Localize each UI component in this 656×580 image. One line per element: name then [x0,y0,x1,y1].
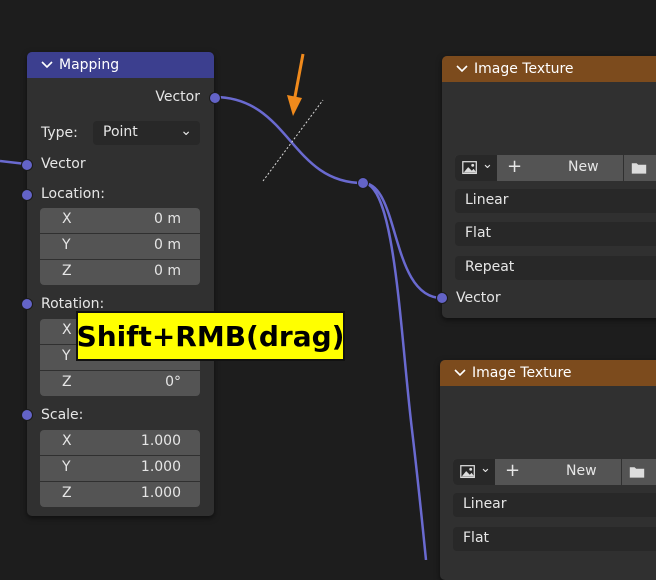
image-selector-bar[interactable]: ⌄ + New [453,459,656,485]
image-texture-node-2[interactable]: Image Texture ⌄ + New Linear Flat [440,360,656,580]
image-texture-1-header[interactable]: Image Texture [442,56,656,82]
chevron-down-icon[interactable] [39,57,55,73]
image-texture-node-1[interactable]: Image Texture ⌄ + New Linear Flat Repeat… [442,56,656,318]
projection-dropdown[interactable]: Flat [453,527,656,551]
annotation-arrow-head [287,95,302,116]
type-dropdown[interactable]: Point ⌄ [93,121,200,145]
type-label: Type: [41,125,78,141]
annotation-arrow [292,53,305,103]
rotation-z-field[interactable]: Z 0° [40,371,200,396]
image-texture-1-title: Image Texture [474,61,574,77]
folder-icon [631,163,647,174]
texture-1-vector-socket[interactable] [436,292,448,304]
chevron-down-icon: ⌄ [180,123,192,139]
plus-icon[interactable]: + [507,156,522,177]
shortcut-text: Shift+RMB(drag) [76,319,345,353]
mapping-node[interactable]: Mapping Vector Type: Point ⌄ Vector Loca… [27,52,214,516]
extension-dropdown[interactable]: Repeat [455,256,656,280]
image-browse-button[interactable]: ⌄ [455,155,497,181]
location-label: Location: [41,186,105,202]
interpolation-dropdown[interactable]: Linear [455,189,656,213]
location-z-field[interactable]: Z0 m [40,260,200,285]
chevron-down-icon: ⌄ [482,157,493,172]
texture-1-vector-label: Vector [456,290,501,306]
projection-dropdown[interactable]: Flat [455,222,656,246]
image-selector-bar[interactable]: ⌄ + New [455,155,656,181]
output-vector-label: Vector [155,89,200,105]
chevron-down-icon[interactable] [454,61,470,77]
open-image-button[interactable] [623,155,656,181]
image-icon [460,465,475,479]
location-x-field[interactable]: X0 m [40,208,200,233]
rotation-socket[interactable] [21,298,33,310]
knife-cut-line [262,99,324,182]
mapping-node-header[interactable]: Mapping [27,52,214,78]
plus-icon[interactable]: + [505,460,520,481]
input-vector-label: Vector [41,156,86,172]
scale-x-field[interactable]: X 1.000 [40,430,200,455]
output-vector-socket[interactable] [209,92,221,104]
chevron-down-icon: ⌄ [480,461,491,476]
image-icon [462,161,477,175]
link-reroute-to-texture1[interactable] [362,181,443,300]
scale-y-field[interactable]: Y 1.000 [40,456,200,481]
chevron-down-icon[interactable] [452,365,468,381]
reroute-node[interactable] [357,177,369,189]
scale-z-field[interactable]: Z 1.000 [40,482,200,507]
input-vector-socket[interactable] [21,159,33,171]
shortcut-overlay: Shift+RMB(drag) [76,311,345,361]
mapping-node-title: Mapping [59,57,120,73]
location-socket[interactable] [21,189,33,201]
link-reroute-to-texture2[interactable] [362,181,428,560]
new-image-button[interactable]: New [566,463,597,479]
folder-icon [629,467,645,478]
type-value: Point [103,124,138,140]
new-image-button[interactable]: New [568,159,599,175]
image-texture-2-header[interactable]: Image Texture [440,360,656,386]
scale-label: Scale: [41,407,84,423]
open-image-button[interactable] [621,459,654,485]
location-y-field[interactable]: Y0 m [40,234,200,259]
rotation-label: Rotation: [41,296,105,312]
scale-socket[interactable] [21,409,33,421]
image-texture-2-title: Image Texture [472,365,572,381]
interpolation-dropdown[interactable]: Linear [453,493,656,517]
link-mapping-to-reroute[interactable] [213,95,364,185]
image-browse-button[interactable]: ⌄ [453,459,495,485]
